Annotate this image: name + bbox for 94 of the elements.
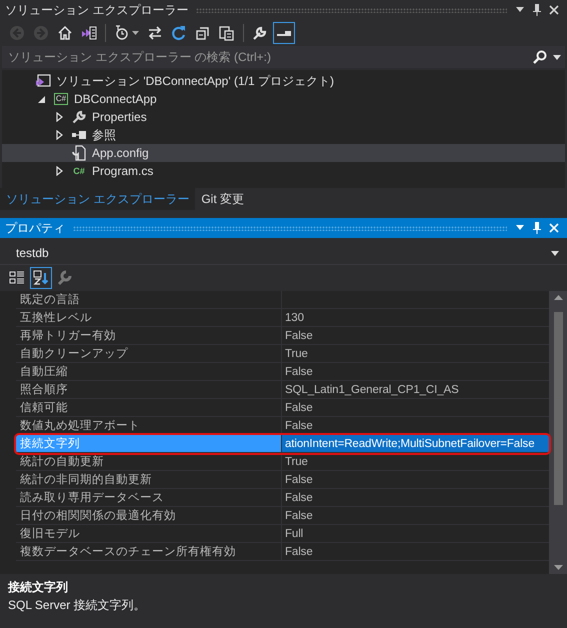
clock-icon bbox=[114, 25, 130, 41]
property-value: False bbox=[284, 364, 314, 380]
property-value: ationIntent=ReadWrite;MultiSubnetFailover=False bbox=[282, 435, 549, 452]
pin-icon[interactable] bbox=[533, 222, 541, 234]
panel-tab[interactable]: ソリューション エクスプローラー bbox=[0, 188, 196, 210]
panel-title: ソリューション エクスプローラー bbox=[5, 2, 188, 18]
object-dropdown[interactable]: testdb bbox=[2, 242, 565, 264]
property-value: False bbox=[284, 508, 314, 524]
pin-icon[interactable] bbox=[533, 4, 541, 16]
property-name: 照合順序 bbox=[16, 381, 282, 398]
property-value: False bbox=[284, 544, 314, 560]
property-row[interactable]: 復旧モデル Full bbox=[16, 525, 549, 543]
property-row[interactable]: 自動クリーンアップ True bbox=[16, 345, 549, 363]
vertical-scrollbar[interactable] bbox=[549, 291, 567, 574]
preview-button[interactable] bbox=[273, 22, 295, 44]
preview-icon bbox=[277, 30, 291, 36]
property-row[interactable]: 複数データベースのチェーン所有権有効 False bbox=[16, 543, 549, 561]
property-row[interactable]: 日付の相関関係の最適化有効 False bbox=[16, 507, 549, 525]
tree-item[interactable]: C# DBConnectApp bbox=[2, 90, 565, 108]
property-name: 自動クリーンアップ bbox=[16, 345, 282, 362]
dropdown-icon[interactable] bbox=[515, 7, 525, 13]
tree-item[interactable]: 参照 bbox=[2, 126, 565, 144]
wrench-icon bbox=[72, 110, 86, 124]
panel-title: プロパティ bbox=[5, 220, 65, 236]
wrench-icon bbox=[252, 25, 268, 41]
property-value: 130 bbox=[284, 310, 305, 326]
scroll-down-icon[interactable] bbox=[554, 565, 562, 570]
property-row[interactable]: 既定の言語 bbox=[16, 291, 549, 309]
expanded-arrow-icon[interactable] bbox=[38, 96, 45, 102]
caret-icon bbox=[132, 31, 139, 35]
property-row[interactable]: 信頼可能 False bbox=[16, 399, 549, 417]
categorized-list-icon bbox=[9, 270, 25, 286]
panel-tab[interactable]: Git 変更 bbox=[195, 188, 250, 210]
property-name: 複数データベースのチェーン所有権有効 bbox=[16, 543, 282, 560]
two-way-arrows-icon bbox=[147, 25, 163, 41]
property-value: True bbox=[284, 454, 309, 470]
search-icon[interactable] bbox=[533, 50, 547, 64]
property-row[interactable]: 接続文字列 ationIntent=ReadWrite;MultiSubnetFailover=False bbox=[16, 435, 549, 453]
close-icon[interactable] bbox=[549, 5, 559, 15]
property-name: 統計の自動更新 bbox=[16, 453, 282, 470]
dropdown-icon[interactable] bbox=[553, 54, 561, 60]
scroll-up-icon[interactable] bbox=[554, 295, 562, 300]
search-field[interactable]: ソリューション エクスプローラー の検索 (Ctrl+:) bbox=[8, 50, 527, 64]
file-type-label: C# bbox=[73, 166, 85, 176]
key-icon bbox=[57, 270, 73, 286]
property-value: True bbox=[284, 346, 309, 362]
property-row[interactable]: 統計の非同期的自動更新 False bbox=[16, 471, 549, 489]
property-value: False bbox=[284, 472, 314, 488]
property-name: 数値丸め処理アボート bbox=[16, 417, 282, 434]
tree-item[interactable]: App.config bbox=[2, 144, 565, 162]
property-name: 再帰トリガー有効 bbox=[16, 327, 282, 344]
collapsed-arrow-icon[interactable] bbox=[56, 166, 63, 176]
property-name: 互換性レベル bbox=[16, 309, 282, 326]
property-row[interactable]: 読み取り専用データベース False bbox=[16, 489, 549, 507]
sort-alphabetical-icon bbox=[33, 270, 49, 286]
property-name: 読み取り専用データベース bbox=[16, 489, 282, 506]
description-title: 接続文字列 bbox=[8, 579, 69, 596]
alphabetical-button[interactable] bbox=[30, 267, 52, 289]
description-text: SQL Server 接続文字列。 bbox=[8, 597, 147, 614]
property-value: Full bbox=[284, 526, 304, 542]
property-row[interactable]: 統計の自動更新 True bbox=[16, 453, 549, 471]
property-name: 信頼可能 bbox=[16, 399, 282, 416]
property-name: 既定の言語 bbox=[16, 291, 282, 308]
property-name: 接続文字列 bbox=[16, 435, 282, 452]
property-name: 自動圧縮 bbox=[16, 363, 282, 380]
dropdown-icon[interactable] bbox=[515, 225, 525, 231]
solution-icon bbox=[35, 74, 51, 88]
property-value: False bbox=[284, 490, 314, 506]
collapsed-arrow-icon[interactable] bbox=[56, 130, 63, 140]
references-icon bbox=[72, 130, 86, 140]
property-row[interactable]: 照合順序 SQL_Latin1_General_CP1_CI_AS bbox=[16, 381, 549, 399]
property-row[interactable]: 自動圧縮 False bbox=[16, 363, 549, 381]
property-name: 日付の相関関係の最適化有効 bbox=[16, 507, 282, 524]
project-badge: C# bbox=[54, 93, 68, 105]
home-icon bbox=[57, 25, 73, 41]
collapse-icon bbox=[195, 25, 211, 41]
property-name: 復旧モデル bbox=[16, 525, 282, 542]
tree-item[interactable]: Properties bbox=[2, 108, 565, 126]
property-row[interactable]: 互換性レベル 130 bbox=[16, 309, 549, 327]
show-all-files-icon bbox=[219, 25, 235, 41]
search-box[interactable]: ソリューション エクスプローラー の検索 (Ctrl+:) bbox=[2, 46, 565, 68]
property-value: False bbox=[284, 328, 314, 344]
switch-views-icon bbox=[81, 25, 97, 41]
collapsed-arrow-icon[interactable] bbox=[56, 112, 63, 122]
refresh-icon bbox=[171, 25, 187, 41]
config-file-icon bbox=[72, 145, 86, 161]
property-value: False bbox=[284, 400, 314, 416]
property-name: 統計の非同期的自動更新 bbox=[16, 471, 282, 488]
property-value: SQL_Latin1_General_CP1_CI_AS bbox=[284, 382, 460, 398]
caret-icon bbox=[551, 250, 559, 256]
property-value: False bbox=[284, 418, 314, 434]
tree-item[interactable]: ソリューション 'DBConnectApp' (1/1 プロジェクト) bbox=[2, 72, 565, 90]
tree-item[interactable]: C# Program.cs bbox=[2, 162, 565, 180]
property-row[interactable]: 再帰トリガー有効 False bbox=[16, 327, 549, 345]
